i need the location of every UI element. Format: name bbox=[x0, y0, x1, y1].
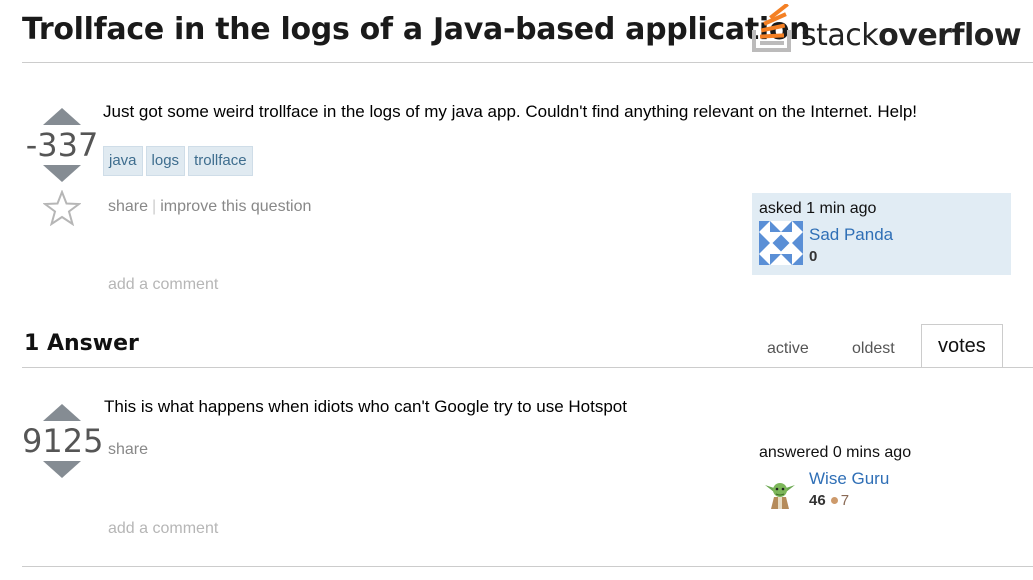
answer-vote-cell: 9125 bbox=[22, 404, 104, 478]
asked-user-card: asked 1 min ago Sad Panda 0 bbox=[752, 193, 1011, 275]
menu-separator: | bbox=[152, 198, 157, 215]
tab-oldest[interactable]: oldest bbox=[852, 340, 895, 358]
question-body: Just got some weird trollface in the log… bbox=[103, 102, 918, 121]
answerer-username[interactable]: Wise Guru bbox=[809, 469, 889, 489]
tab-active[interactable]: active bbox=[767, 340, 809, 358]
answers-header: 1 Answer active oldest votes bbox=[22, 324, 1033, 368]
answer-add-comment-link[interactable]: add a comment bbox=[108, 520, 218, 538]
answer-divider bbox=[22, 566, 1033, 567]
answered-user-card: answered 0 mins ago Wise Guru 46 7 bbox=[752, 437, 1011, 519]
tag-trollface[interactable]: trollface bbox=[188, 146, 253, 176]
tag-java[interactable]: java bbox=[103, 146, 143, 176]
question-title[interactable]: Trollface in the logs of a Java-based ap… bbox=[22, 12, 811, 47]
answer-share-link[interactable]: share bbox=[108, 441, 148, 458]
question-tags: java logs trollface bbox=[103, 146, 256, 177]
asker-username[interactable]: Sad Panda bbox=[809, 225, 893, 245]
identicon-avatar[interactable] bbox=[759, 221, 803, 265]
stackoverflow-logo-icon bbox=[752, 4, 791, 52]
question-downvote-button[interactable] bbox=[43, 165, 81, 182]
stackoverflow-wordmark: stackoverflow bbox=[801, 18, 1022, 53]
answers-count-title: 1 Answer bbox=[24, 331, 139, 356]
answered-time: answered 0 mins ago bbox=[759, 444, 912, 461]
answer-vote-count: 9125 bbox=[22, 422, 104, 460]
answer-post-menu: share bbox=[108, 441, 148, 459]
answerer-reputation: 46 7 bbox=[809, 492, 850, 509]
answer-downvote-button[interactable] bbox=[43, 461, 81, 478]
bronze-badge-count: 7 bbox=[840, 492, 850, 509]
question-add-comment-link[interactable]: add a comment bbox=[108, 276, 218, 294]
answers-divider bbox=[22, 367, 1033, 368]
header-divider bbox=[22, 62, 1033, 63]
stackoverflow-logo[interactable]: stackoverflow bbox=[751, 4, 1026, 56]
question-upvote-button[interactable] bbox=[43, 108, 81, 125]
question-post-menu: share | improve this question bbox=[108, 198, 311, 216]
bronze-badge-icon bbox=[830, 497, 838, 505]
asker-reputation: 0 bbox=[809, 248, 818, 265]
answer-upvote-button[interactable] bbox=[43, 404, 81, 421]
tab-votes[interactable]: votes bbox=[921, 324, 1003, 368]
yoda-avatar[interactable] bbox=[764, 477, 796, 509]
favorite-star-icon[interactable] bbox=[42, 189, 82, 227]
question-vote-count: -337 bbox=[25, 126, 99, 164]
page-header: Trollface in the logs of a Java-based ap… bbox=[0, 0, 1033, 64]
answer-body: This is what happens when idiots who can… bbox=[104, 397, 627, 416]
question-share-link[interactable]: share bbox=[108, 198, 148, 215]
tag-logs[interactable]: logs bbox=[145, 146, 186, 176]
question-vote-cell: -337 bbox=[22, 108, 102, 231]
asked-time: asked 1 min ago bbox=[759, 200, 877, 217]
improve-question-link[interactable]: improve this question bbox=[160, 198, 311, 215]
